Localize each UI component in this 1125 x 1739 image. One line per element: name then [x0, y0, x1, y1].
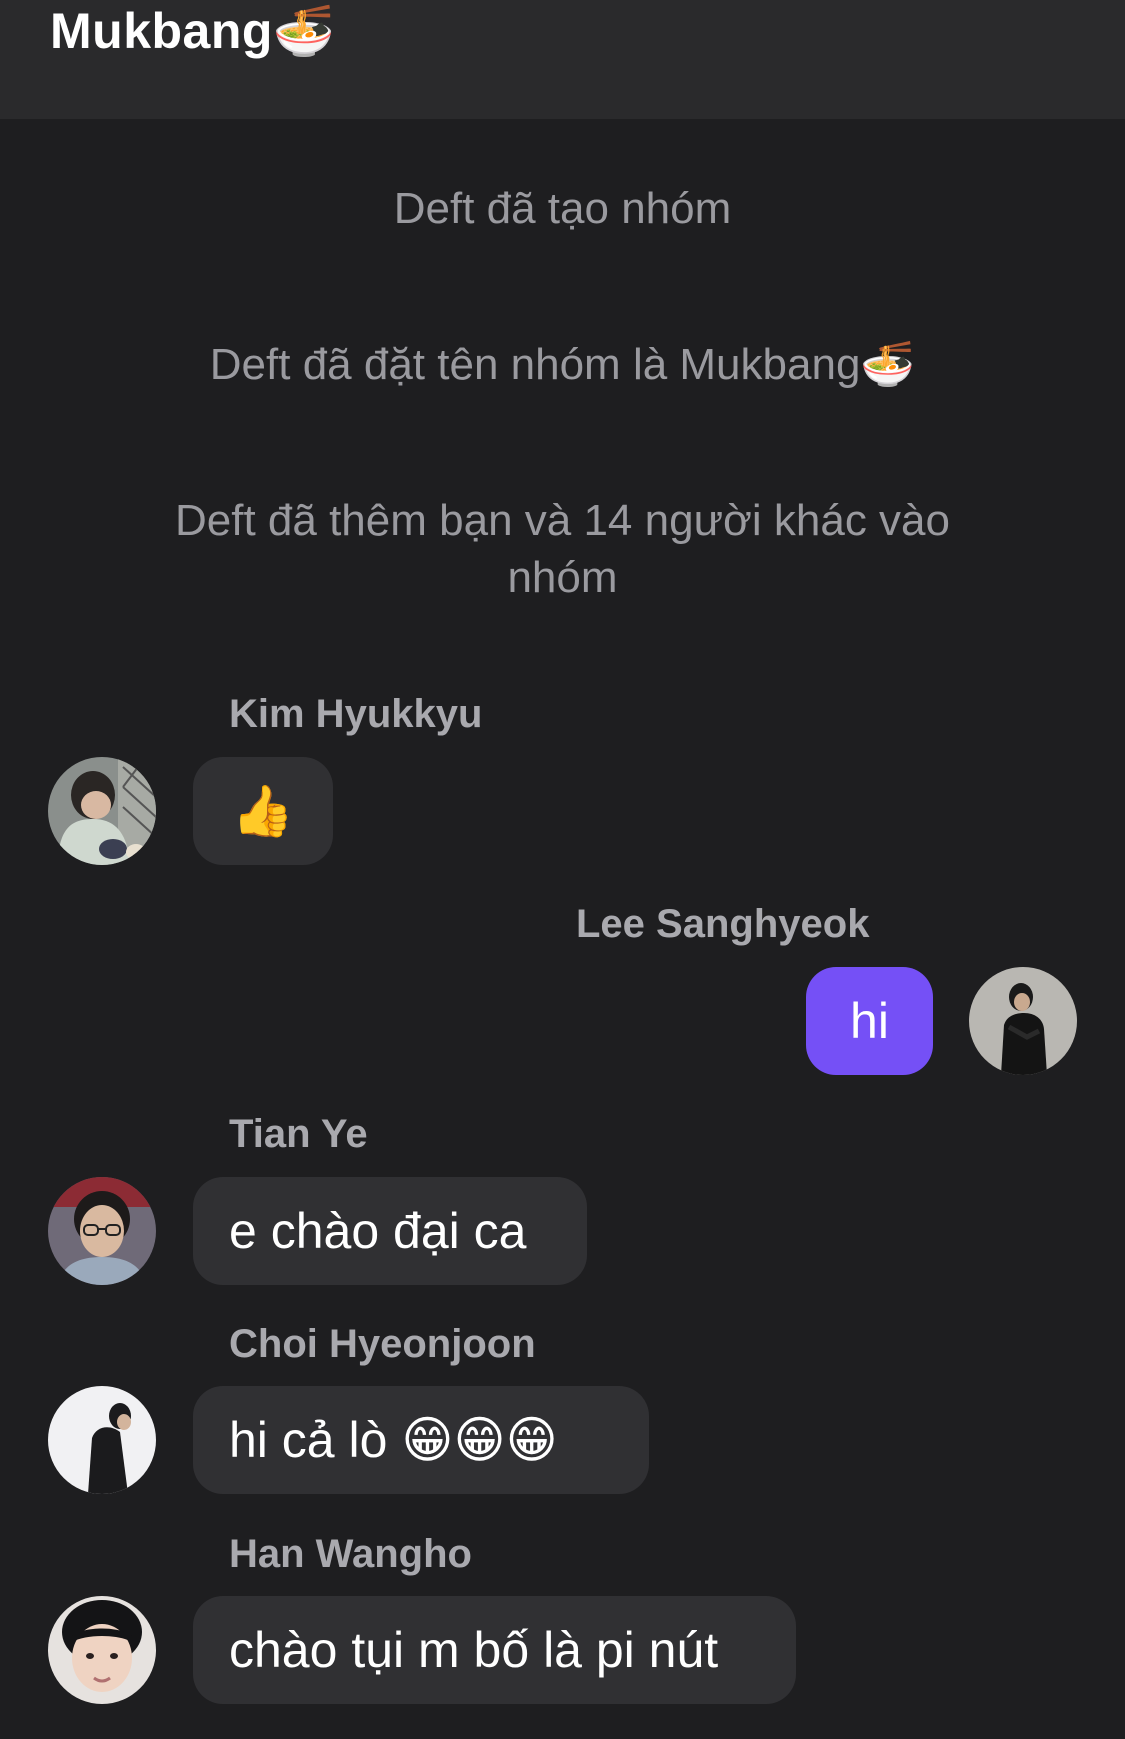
- message-bubble[interactable]: e chào đại ca: [193, 1177, 587, 1285]
- message-text: hi cả lò 😁😁😁: [229, 1412, 558, 1468]
- sender-name: Choi Hyeonjoon: [229, 1322, 536, 1366]
- chat-screen: Mukbang🍜 Deft đã tạo nhóm Deft đã đặt tê…: [0, 0, 1125, 1739]
- avatar[interactable]: [48, 1386, 156, 1494]
- message-text: 👍: [231, 782, 295, 839]
- message-text: chào tụi m bố là pi nút: [229, 1622, 719, 1678]
- system-message-renamed: Deft đã đặt tên nhóm là Mukbang🍜: [209, 340, 916, 389]
- chat-header: Mukbang🍜: [0, 0, 1125, 119]
- avatar[interactable]: [969, 967, 1077, 1075]
- message-bubble[interactable]: hi cả lò 😁😁😁: [193, 1386, 649, 1494]
- sender-name: Lee Sanghyeok: [576, 902, 870, 946]
- message-bubble[interactable]: chào tụi m bố là pi nút: [193, 1596, 796, 1704]
- avatar[interactable]: [48, 1177, 156, 1285]
- message-text: e chào đại ca: [229, 1203, 527, 1259]
- group-title[interactable]: Mukbang🍜: [50, 2, 336, 61]
- sender-name: Han Wangho: [229, 1532, 472, 1576]
- avatar[interactable]: [48, 1596, 156, 1704]
- system-message-added: Deft đã thêm bạn và 14 người khác vào nh…: [175, 496, 950, 602]
- sender-name: Kim Hyukkyu: [229, 692, 483, 736]
- message-bubble-mine[interactable]: hi: [806, 967, 933, 1075]
- sender-name: Tian Ye: [229, 1112, 368, 1156]
- system-message-created: Deft đã tạo nhóm: [393, 184, 732, 233]
- message-text: hi: [850, 993, 889, 1049]
- message-bubble[interactable]: 👍: [193, 757, 333, 865]
- avatar[interactable]: [48, 757, 156, 865]
